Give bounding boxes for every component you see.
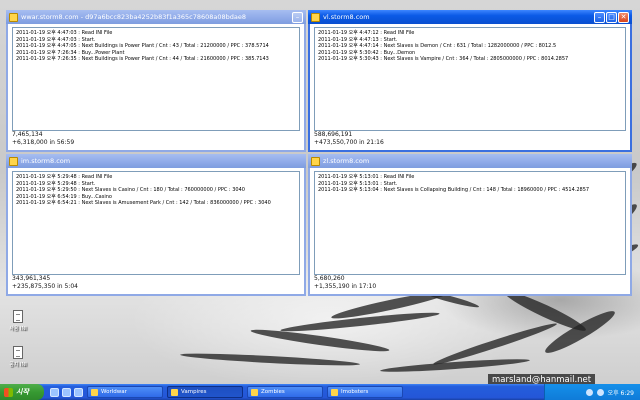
minimize-button[interactable]: – [594,11,605,23]
maximize-button[interactable]: □ [606,11,617,23]
window-titlebar[interactable]: vl.storm8.com – □ ✕ [308,10,632,24]
start-button[interactable]: 시작 [0,384,44,400]
cash-value: 5,680,260 [314,275,345,282]
desktop-icon-ini-1[interactable]: 사용 INI [2,310,34,332]
volume-icon[interactable] [596,388,604,396]
app-icon [251,388,258,396]
app-icon [9,12,18,22]
window-worldwar[interactable]: wwar.storm8.com - d97a6bcc823ba4252b83f1… [6,10,306,152]
log-line: 2011-01-19 오후 5:13:04 : Next Slaves is C… [318,187,590,193]
app-icon [91,388,98,396]
browser-icon[interactable] [62,387,71,397]
explorer-icon[interactable] [74,387,83,397]
clock[interactable]: 오후 6:29 [608,388,634,397]
cash-value: 588,696,191 [314,131,353,138]
taskbar-item-label: Vampires [181,389,207,395]
app-icon [311,12,320,22]
app-icon [311,156,320,166]
log-line: 2011-01-19 오후 6:54:21 : Next Slaves is A… [16,200,271,206]
desktop-icon-ini-2[interactable]: 공지 INI [2,346,34,368]
taskbar-item-worldwar[interactable]: Worldwar [87,386,163,398]
window-zombies[interactable]: zl.storm8.com 2011-01-19 오후 5:13:01 : Re… [308,154,632,296]
log-output[interactable]: 2011-01-19 오후 5:13:01 : Read INI File 20… [314,171,626,275]
status-area: 588,696,191 +473,550,700 in 21:16 [314,131,384,147]
cash-gain: +473,550,700 in 21:16 [314,139,384,146]
app-icon [331,388,338,396]
status-area: 343,961,345 +235,875,350 in 5:04 [12,275,78,291]
log-line: 2011-01-19 오후 7:26:35 : Next Buildings i… [16,56,269,62]
cash-gain: +1,355,190 in 17:10 [314,283,377,290]
taskbar-item-label: Zombies [261,389,285,395]
document-icon [13,346,23,359]
start-label: 시작 [16,388,29,396]
app-icon [171,388,178,396]
log-line: 2011-01-19 오후 5:30:43 : Next Slaves is V… [318,56,569,62]
log-output[interactable]: 2011-01-19 오후 4:47:03 : Read INI File 20… [12,27,300,131]
log-line: 2011-01-19 오후 4:47:05 : Next Buildings i… [16,43,269,49]
window-titlebar[interactable]: wwar.storm8.com - d97a6bcc823ba4252b83f1… [6,10,306,24]
window-titlebar[interactable]: im.storm8.com [6,154,306,168]
taskbar-item-imobsters[interactable]: Imobsters [327,386,403,398]
windows-logo-icon [4,387,13,397]
window-title: vl.storm8.com [323,13,370,21]
taskbar: 시작 Worldwar Vampires Zombies Imobsters 오… [0,384,640,400]
quick-launch [50,387,83,397]
app-icon [9,156,18,166]
taskbar-item-zombies[interactable]: Zombies [247,386,323,398]
network-icon[interactable] [585,388,593,396]
cash-gain: +6,318,000 in 56:59 [12,139,75,146]
document-icon [13,310,23,323]
window-title: im.storm8.com [21,157,71,165]
status-area: 5,680,260 +1,355,190 in 17:10 [314,275,376,291]
taskbar-item-vampires[interactable]: Vampires [167,386,243,398]
window-title: wwar.storm8.com - d97a6bcc823ba4252b83f1… [21,13,247,21]
cash-value: 7,465,134 [12,131,43,138]
taskbar-item-label: Imobsters [341,389,369,395]
desktop-icon-label: 사용 INI [9,326,27,332]
minimize-button[interactable]: – [292,11,303,23]
window-titlebar[interactable]: zl.storm8.com [308,154,632,168]
log-output[interactable]: 2011-01-19 오후 4:47:12 : Read INI File 20… [314,27,626,131]
system-tray: 오후 6:29 [544,384,640,400]
close-button[interactable]: ✕ [618,11,629,23]
cash-gain: +235,875,350 in 5:04 [12,283,78,290]
window-imobsters[interactable]: im.storm8.com 2011-01-19 오후 5:29:48 : Re… [6,154,306,296]
log-output[interactable]: 2011-01-19 오후 5:29:48 : Read INI File 20… [12,171,300,275]
desktop-icon-label: 공지 INI [9,362,27,368]
cash-value: 343,961,345 [12,275,51,282]
window-title: zl.storm8.com [323,157,370,165]
window-vampires[interactable]: vl.storm8.com – □ ✕ 2011-01-19 오후 4:47:1… [308,10,632,152]
show-desktop-icon[interactable] [50,387,59,397]
wallpaper-stripe [179,351,361,368]
taskbar-item-label: Worldwar [101,389,127,395]
status-area: 7,465,134 +6,318,000 in 56:59 [12,131,74,147]
wallpaper-stripe [250,326,390,355]
